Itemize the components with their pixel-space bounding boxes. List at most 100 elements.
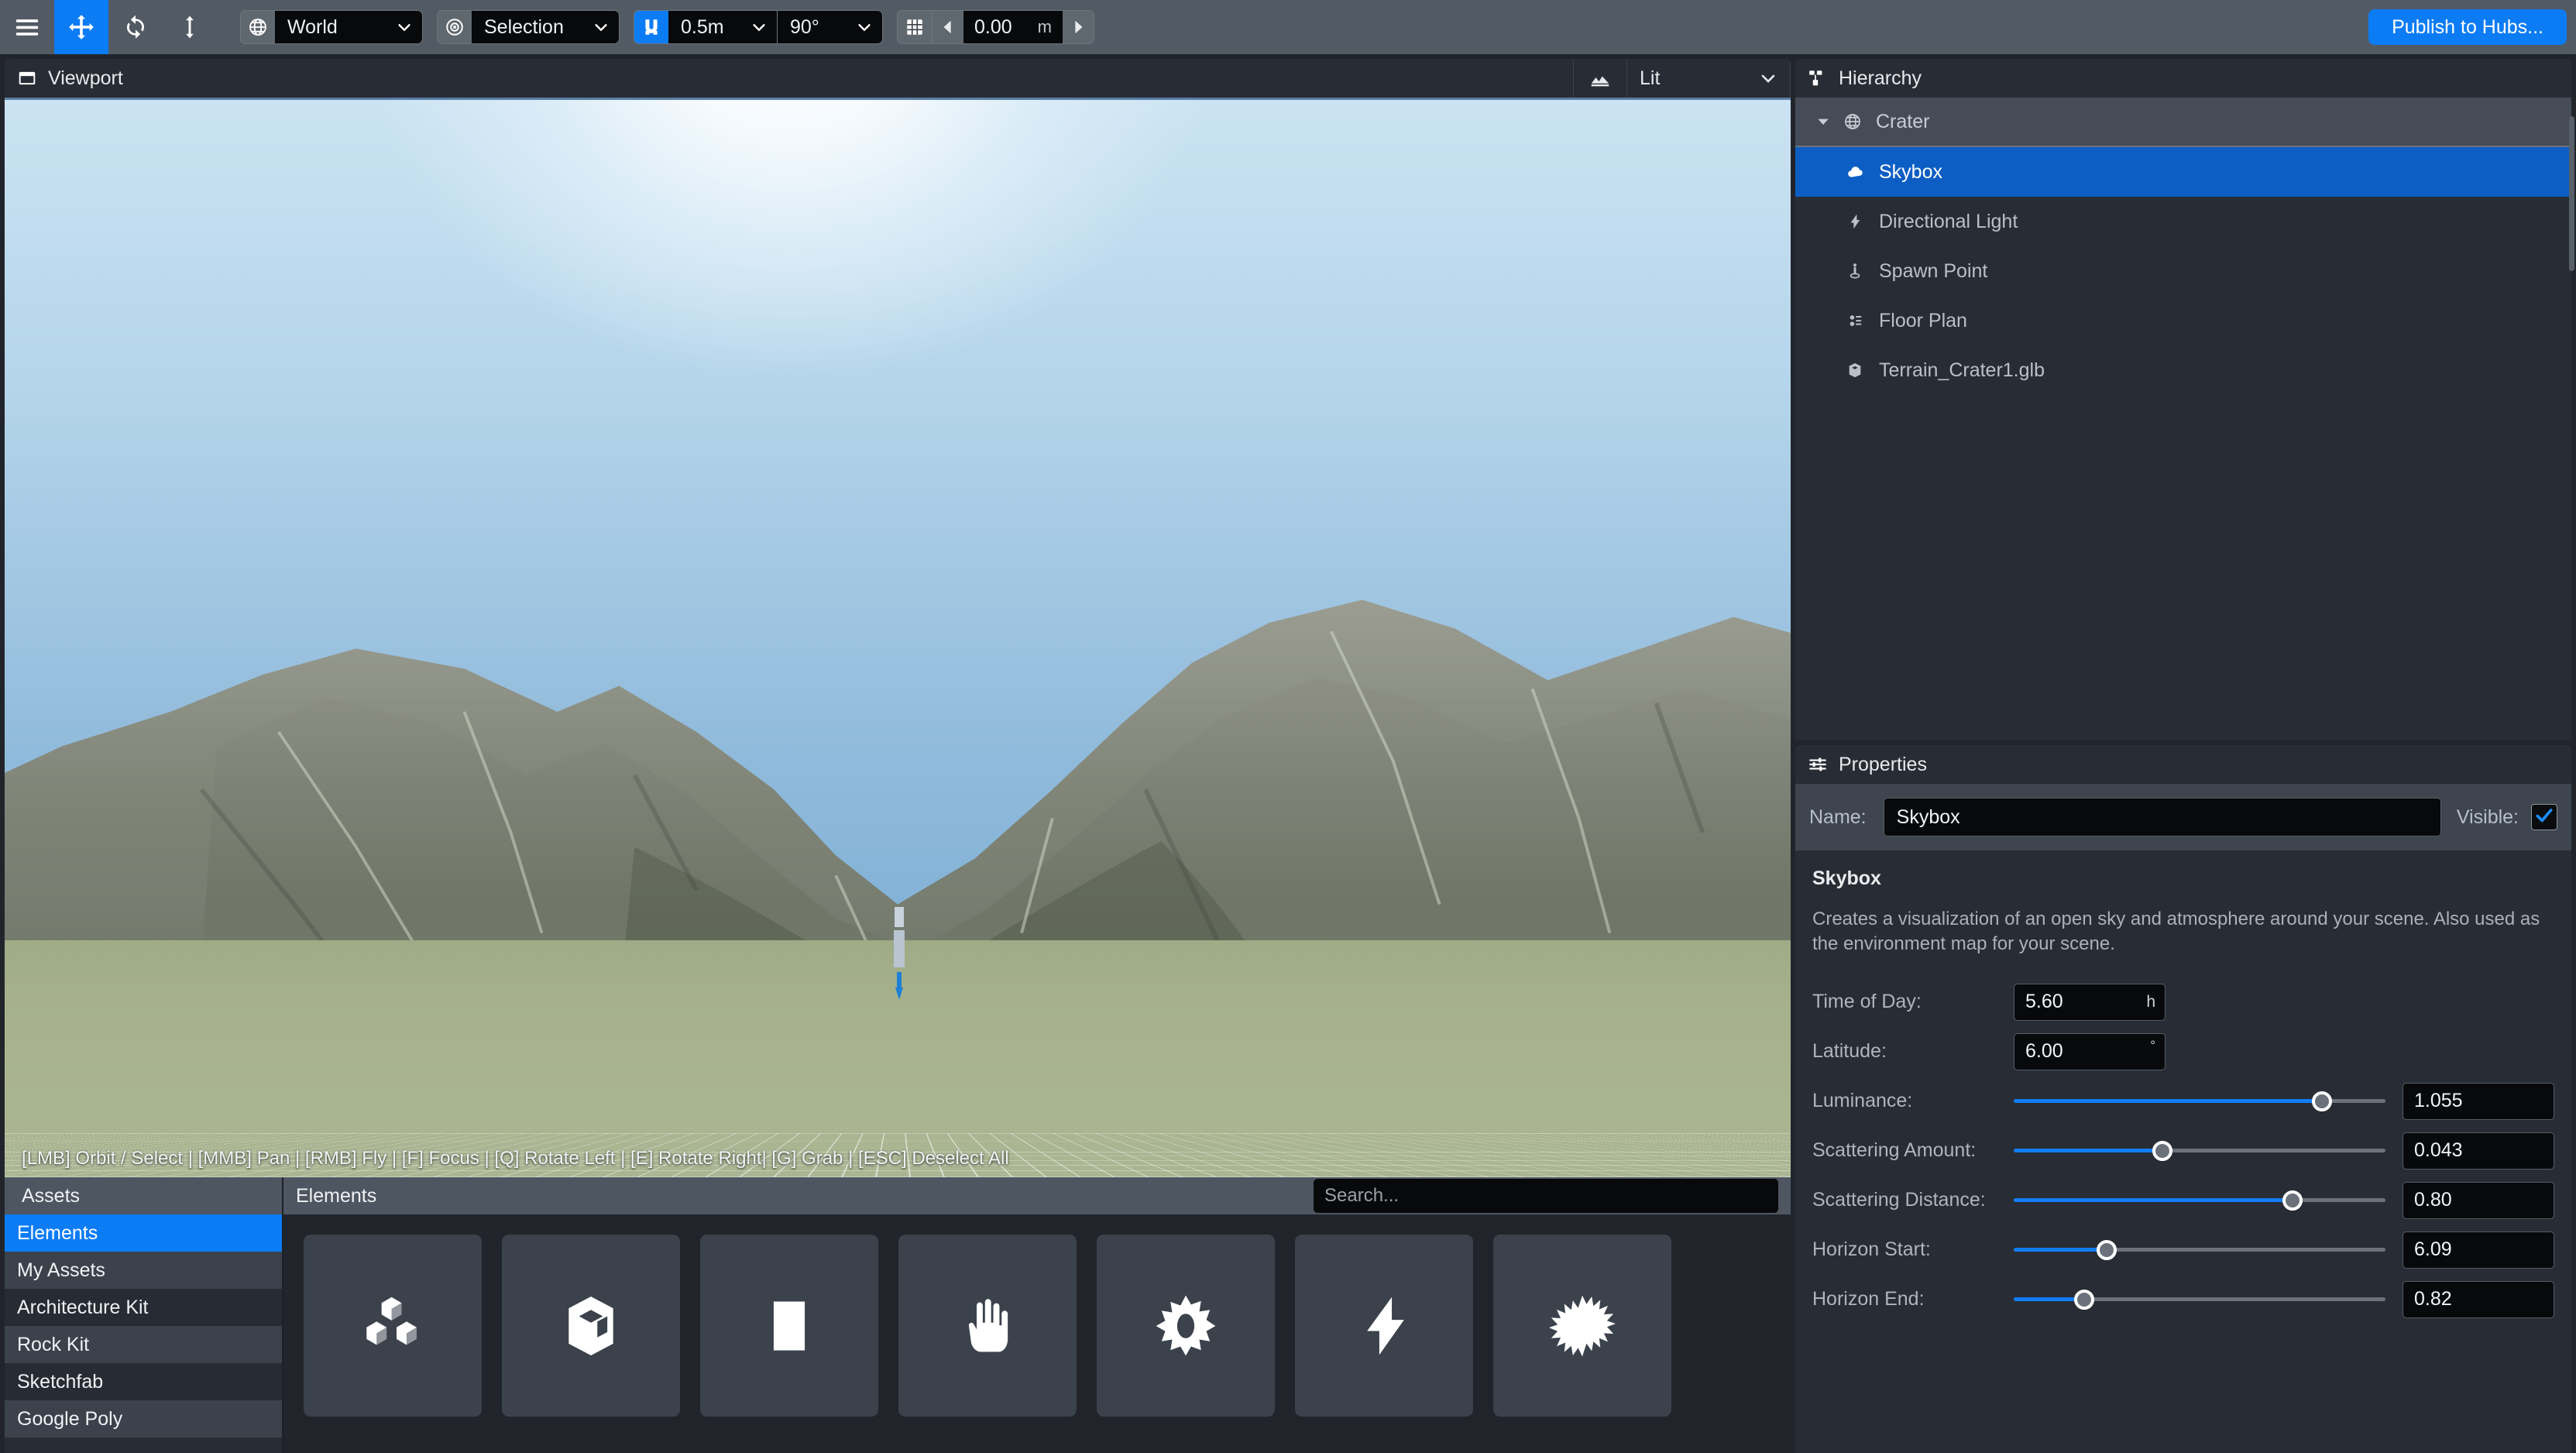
horizon-start-value-input[interactable]: 6.09: [2403, 1231, 2554, 1269]
property-value: 0.82: [2414, 1288, 2452, 1310]
hierarchy-title: Hierarchy: [1839, 67, 1922, 90]
hierarchy-item-label: Spawn Point: [1879, 260, 1987, 283]
viewport-header: Viewport Lit: [5, 59, 1791, 98]
hierarchy-item-spawn-point[interactable]: Spawn Point: [1795, 246, 2571, 296]
slider-thumb[interactable]: [2097, 1240, 2117, 1260]
spawn-point-gizmo[interactable]: [889, 907, 909, 1000]
property-label: Time of Day:: [1812, 991, 2014, 1013]
burst-star-icon: [1549, 1293, 1616, 1359]
globe-icon: [241, 11, 275, 43]
luminance-slider[interactable]: [2014, 1083, 2385, 1120]
hierarchy-item-crater[interactable]: Crater: [1795, 98, 2571, 147]
property-row-horizon-end: Horizon End: 0.82: [1812, 1275, 2554, 1324]
hierarchy-item-directional-light[interactable]: Directional Light: [1795, 197, 2571, 246]
shading-mode-select[interactable]: Lit: [1627, 59, 1790, 98]
grid-decrease-button[interactable]: [933, 11, 963, 43]
slider-fill: [2014, 1248, 2107, 1252]
asset-tile-group[interactable]: [304, 1235, 482, 1417]
triangle-down-icon[interactable]: [1815, 114, 1831, 129]
snap-angle-select[interactable]: 90°: [778, 11, 882, 43]
top-toolbar: World Selection 0.5m: [0, 0, 2576, 54]
publish-to-hubs-button[interactable]: Publish to Hubs...: [2368, 9, 2567, 45]
property-label: Horizon Start:: [1812, 1238, 2014, 1261]
property-row-latitude: Latitude: 6.00 °: [1812, 1027, 2554, 1077]
group-cubes-icon: [359, 1293, 426, 1359]
app-root: World Selection 0.5m: [0, 0, 2576, 1453]
asset-tile-hand[interactable]: [898, 1235, 1077, 1417]
property-label: Horizon End:: [1812, 1288, 2014, 1310]
snap-group[interactable]: 0.5m 90°: [634, 10, 883, 44]
property-value: 6.00: [2025, 1040, 2063, 1063]
name-input[interactable]: Skybox: [1884, 798, 2441, 836]
hamburger-menu-icon[interactable]: [0, 0, 54, 54]
grid-increase-button[interactable]: [1063, 11, 1094, 43]
horizon-start-slider[interactable]: [2014, 1231, 2385, 1269]
visible-checkbox[interactable]: [2531, 804, 2557, 830]
viewport-canvas[interactable]: [LMB] Orbit / Select | [MMB] Pan | [RMB]…: [5, 98, 1791, 1177]
slider-thumb[interactable]: [2152, 1141, 2172, 1161]
lightning-bolt-icon: [1351, 1293, 1417, 1359]
slider-fill: [2014, 1099, 2322, 1103]
magnet-icon[interactable]: [634, 11, 668, 43]
assets-panel-title: Assets: [5, 1177, 282, 1214]
time-of-day-input[interactable]: 5.60 h: [2014, 984, 2166, 1021]
scale-tool-button[interactable]: [163, 0, 217, 54]
transform-space-group[interactable]: World: [240, 10, 423, 44]
assets-category-google-poly[interactable]: Google Poly: [5, 1400, 282, 1438]
scattering-amount-value-input[interactable]: 0.043: [2403, 1132, 2554, 1170]
properties-panel: Properties Name: Skybox Visible: Sk: [1795, 745, 2571, 1453]
hierarchy-item-terrain-model[interactable]: Terrain_Crater1.glb: [1795, 345, 2571, 395]
grid-height-input[interactable]: 0.00 m: [963, 11, 1063, 43]
horizon-end-value-input[interactable]: 0.82: [2403, 1281, 2554, 1318]
search-placeholder: Search...: [1324, 1185, 1399, 1207]
snap-distance-select[interactable]: 0.5m: [668, 11, 777, 43]
slider-thumb[interactable]: [2282, 1190, 2303, 1211]
scattering-distance-value-input[interactable]: 0.80: [2403, 1182, 2554, 1219]
rotate-tool-button[interactable]: [108, 0, 163, 54]
asset-tile-light[interactable]: [1295, 1235, 1473, 1417]
slider-fill: [2014, 1149, 2162, 1152]
property-value: 0.80: [2414, 1189, 2452, 1211]
grid-group[interactable]: 0.00 m: [897, 10, 1094, 44]
properties-section-title: Skybox: [1812, 867, 2554, 890]
hand-icon: [954, 1293, 1021, 1359]
asset-tile-sun[interactable]: [1097, 1235, 1275, 1417]
checkmark-icon: [2534, 806, 2554, 830]
slider-thumb[interactable]: [2312, 1091, 2332, 1111]
slider-thumb[interactable]: [2074, 1290, 2094, 1310]
scattering-amount-slider[interactable]: [2014, 1132, 2385, 1170]
right-column: Hierarchy Crater: [1795, 54, 2576, 1453]
grid-icon[interactable]: [898, 11, 932, 43]
horizon-end-slider[interactable]: [2014, 1281, 2385, 1318]
transform-pivot-select[interactable]: Selection: [472, 11, 619, 43]
search-input[interactable]: Search...: [1314, 1179, 1778, 1213]
assets-category-sketchfab[interactable]: Sketchfab: [5, 1363, 282, 1400]
asset-tile-cube[interactable]: [502, 1235, 680, 1417]
luminance-value-input[interactable]: 1.055: [2403, 1083, 2554, 1120]
property-value: 6.09: [2414, 1238, 2452, 1261]
viewport-window-icon: [17, 68, 37, 88]
hierarchy-item-floor-plan[interactable]: Floor Plan: [1795, 296, 2571, 345]
image-mountain-icon[interactable]: [1574, 59, 1626, 98]
scattering-distance-slider[interactable]: [2014, 1182, 2385, 1219]
asset-tile-plane[interactable]: [700, 1235, 878, 1417]
viewport-title: Viewport: [48, 67, 123, 90]
transform-pivot-group[interactable]: Selection: [437, 10, 620, 44]
translate-tool-button[interactable]: [54, 0, 108, 54]
assets-category-rock-kit[interactable]: Rock Kit: [5, 1326, 282, 1363]
chevron-down-icon: [376, 19, 413, 36]
hierarchy-item-skybox[interactable]: Skybox: [1795, 147, 2571, 197]
latitude-input[interactable]: 6.00 °: [2014, 1033, 2166, 1070]
assets-category-architecture-kit[interactable]: Architecture Kit: [5, 1289, 282, 1326]
hierarchy-item-label: Terrain_Crater1.glb: [1879, 359, 2045, 382]
property-label: Latitude:: [1812, 1040, 2014, 1063]
property-value: 0.043: [2414, 1139, 2463, 1162]
properties-name-row: Name: Skybox Visible:: [1795, 784, 2571, 850]
asset-tile-particle[interactable]: [1493, 1235, 1671, 1417]
assets-category-elements[interactable]: Elements: [5, 1214, 282, 1252]
assets-category-my-assets[interactable]: My Assets: [5, 1252, 282, 1289]
floor-plan-icon: [1846, 312, 1879, 329]
transform-space-select[interactable]: World: [275, 11, 422, 43]
snap-distance-value: 0.5m: [681, 16, 724, 39]
property-value: 5.60: [2025, 991, 2063, 1013]
